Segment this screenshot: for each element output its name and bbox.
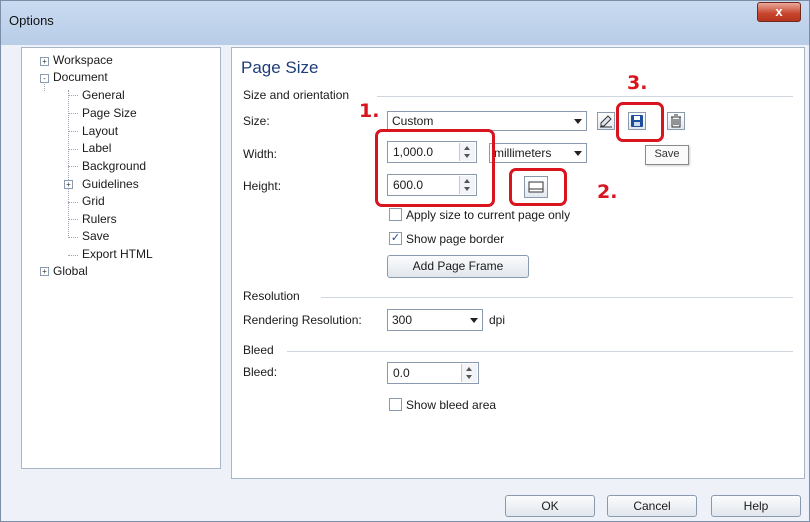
bleed-label: Bleed:: [243, 365, 278, 379]
dpi-unit-label: dpi: [489, 313, 506, 327]
tree-expand-icon[interactable]: +: [64, 180, 73, 189]
tree-connector: [68, 202, 78, 203]
rendering-resolution-label: Rendering Resolution:: [243, 313, 362, 327]
tree-item-rulers[interactable]: Rulers: [82, 212, 117, 226]
tree-connector: [68, 131, 78, 132]
size-label: Size:: [243, 114, 270, 128]
annotation-box-orientation: [509, 168, 567, 206]
delete-page-size-button[interactable]: [667, 112, 685, 130]
title-bar: Options x: [1, 1, 809, 45]
dropdown-arrow-icon: [470, 318, 478, 323]
ok-button[interactable]: OK: [505, 495, 595, 517]
height-label: Height:: [243, 179, 282, 193]
window-title: Options: [9, 13, 54, 28]
spin-down-icon[interactable]: [466, 375, 472, 379]
tree-connector: [68, 149, 78, 150]
bleed-spinner[interactable]: [461, 364, 477, 382]
tree-item-background[interactable]: Background: [82, 159, 146, 173]
tree-item-label[interactable]: Label: [82, 141, 111, 155]
options-window: Options x + Workspace - Document General…: [0, 0, 810, 522]
rendering-resolution-dropdown[interactable]: 300: [387, 309, 483, 331]
save-tooltip: Save: [645, 145, 689, 165]
options-tree: + Workspace - Document General Page Size…: [21, 47, 221, 469]
annotation-box-dimensions: [375, 129, 495, 207]
units-dropdown[interactable]: millimeters: [489, 143, 587, 163]
tree-connector: [68, 113, 78, 114]
annotation-number-2: 2.: [597, 181, 618, 203]
tree-item-general[interactable]: General: [82, 88, 125, 102]
dropdown-arrow-icon: [574, 151, 582, 156]
edit-page-size-button[interactable]: [597, 112, 615, 130]
tree-connector: [68, 237, 78, 238]
apply-size-checkbox[interactable]: [389, 208, 402, 221]
tree-connector: [68, 219, 78, 220]
tree-item-guidelines[interactable]: Guidelines: [82, 177, 139, 191]
tree-collapse-icon[interactable]: -: [40, 74, 49, 83]
tree-connector: [68, 255, 78, 256]
section-divider: [287, 351, 793, 352]
size-dropdown[interactable]: Custom: [387, 111, 587, 131]
dropdown-arrow-icon: [574, 119, 582, 124]
show-bleed-area-label: Show bleed area: [406, 398, 497, 412]
tree-item-layout[interactable]: Layout: [82, 124, 118, 138]
cancel-button[interactable]: Cancel: [607, 495, 697, 517]
tree-item-save[interactable]: Save: [82, 229, 109, 243]
annotation-box-save: [616, 102, 664, 142]
annotation-number-3: 3.: [627, 72, 648, 94]
add-page-frame-button[interactable]: Add Page Frame: [387, 255, 529, 278]
close-button[interactable]: x: [757, 2, 801, 22]
edit-page-size-icon: [600, 115, 612, 128]
help-button[interactable]: Help: [711, 495, 801, 517]
show-bleed-area-checkbox[interactable]: [389, 398, 402, 411]
spin-up-icon[interactable]: [466, 367, 472, 371]
width-label: Width:: [243, 147, 278, 161]
tree-item-document[interactable]: Document: [53, 70, 108, 84]
size-dropdown-value: Custom: [392, 114, 434, 128]
units-dropdown-value: millimeters: [494, 146, 552, 160]
apply-size-label: Apply size to current page only: [406, 208, 571, 222]
tree-item-global[interactable]: Global: [53, 264, 88, 278]
bleed-value: 0.0: [393, 366, 410, 380]
tree-connector: [68, 95, 78, 96]
annotation-number-1: 1.: [359, 100, 380, 122]
resolution-section-title: Resolution: [243, 289, 300, 303]
tree-expand-icon[interactable]: +: [40, 57, 49, 66]
tree-item-export-html[interactable]: Export HTML: [82, 247, 153, 261]
tree-connector: [68, 166, 78, 167]
tree-item-page-size[interactable]: Page Size: [82, 106, 137, 120]
tree-expand-icon[interactable]: +: [40, 267, 49, 276]
show-page-border-checkbox[interactable]: ✓: [389, 232, 402, 245]
section-divider: [377, 96, 793, 97]
section-divider: [321, 297, 793, 298]
tree-item-workspace[interactable]: Workspace: [53, 53, 113, 67]
size-orientation-section-title: Size and orientation: [243, 88, 350, 102]
delete-icon: [671, 114, 681, 128]
tree-item-grid[interactable]: Grid: [82, 194, 105, 208]
bleed-section-title: Bleed: [243, 343, 274, 357]
show-page-border-label: Show page border: [406, 232, 505, 246]
page-title: Page Size: [241, 58, 319, 77]
bleed-input[interactable]: 0.0: [387, 362, 479, 384]
rendering-resolution-value: 300: [392, 313, 413, 327]
checkmark-icon: ✓: [390, 232, 401, 244]
